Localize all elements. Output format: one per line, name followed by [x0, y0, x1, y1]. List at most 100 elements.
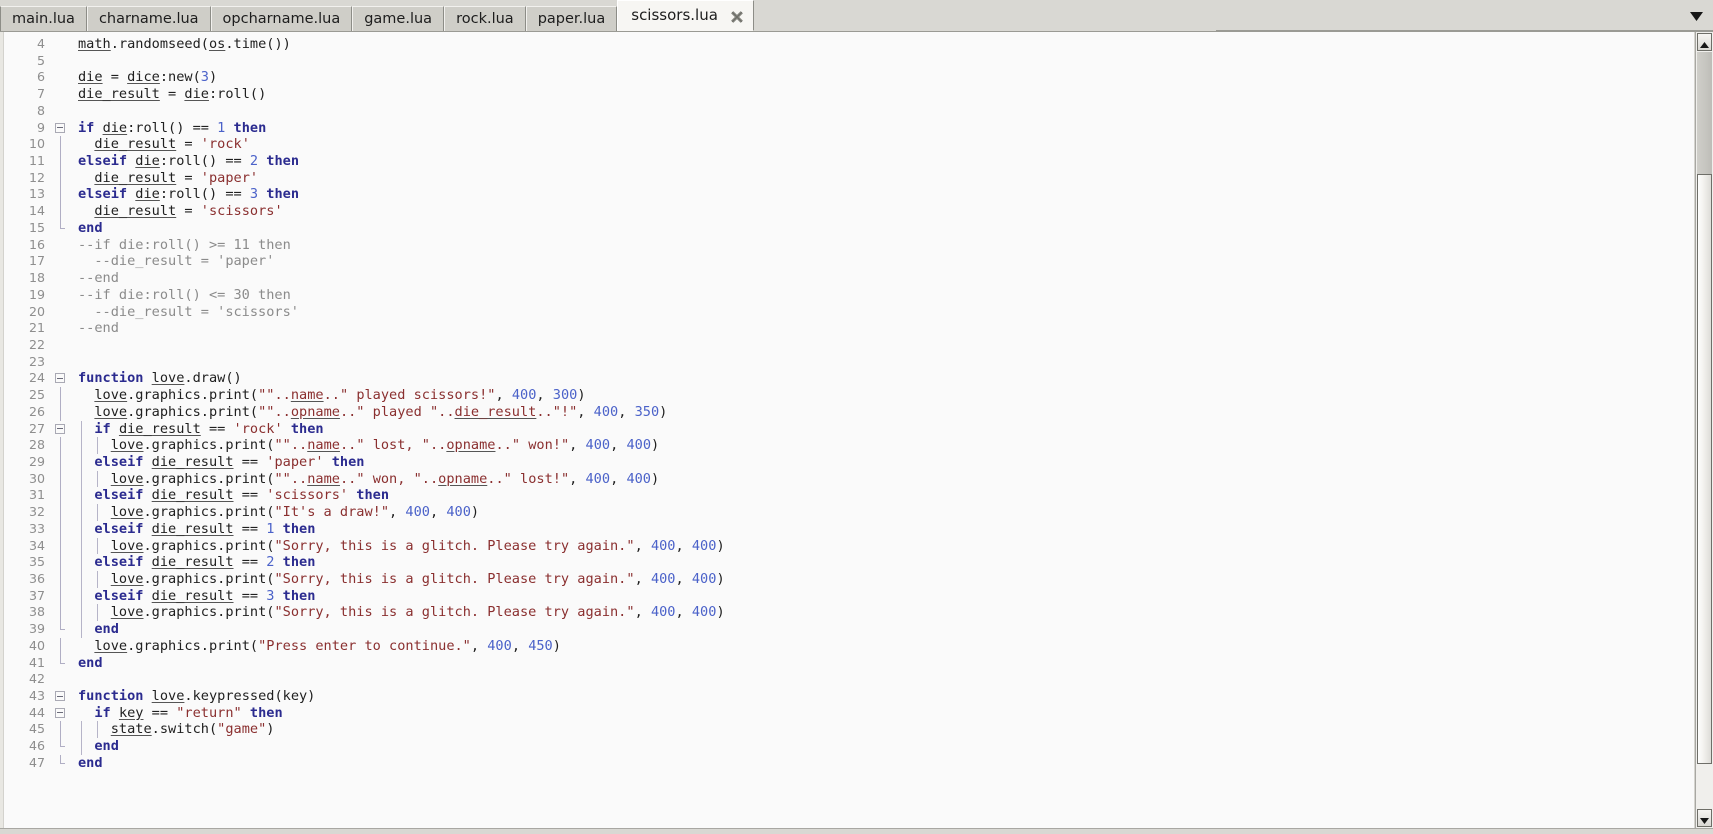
code-line[interactable]: 42: [4, 671, 1694, 688]
code-lines-container[interactable]: 4 math.randomseed(os.time()) 5 6 die = dice:…: [4, 32, 1694, 828]
code-line[interactable]: 16 --if die:roll() >= 11 then: [4, 237, 1694, 254]
code-line[interactable]: 11 elseif die:roll() == 2 then: [4, 153, 1694, 170]
code-line[interactable]: 22: [4, 337, 1694, 354]
code-line[interactable]: 29 elseif die_result == 'paper' then: [4, 453, 1694, 471]
code-line-text[interactable]: end: [72, 755, 1694, 772]
code-line-text[interactable]: die_result = 'rock': [72, 136, 1694, 153]
fold-margin-cell[interactable]: [52, 421, 72, 438]
code-line-text[interactable]: elseif die:roll() == 2 then: [72, 153, 1694, 170]
code-line-text[interactable]: love.graphics.print("Sorry, this is a gl…: [72, 604, 1694, 622]
code-line-text[interactable]: if die_result == 'rock' then: [72, 420, 1694, 438]
code-line-text[interactable]: math.randomseed(os.time()): [72, 36, 1694, 53]
code-line[interactable]: 26 love.graphics.print(""..opname.." pla…: [4, 403, 1694, 421]
code-line-text[interactable]: love.graphics.print("Press enter to cont…: [72, 638, 1694, 655]
code-line[interactable]: 28 love.graphics.print(""..name.." lost,…: [4, 437, 1694, 454]
code-line-text[interactable]: love.graphics.print("It's a draw!", 400,…: [72, 504, 1694, 521]
scrollbar-track-above[interactable]: [1697, 52, 1712, 174]
code-line-text[interactable]: --end: [72, 320, 1694, 337]
code-line-text[interactable]: love.graphics.print(""..opname.." played…: [72, 404, 1694, 421]
code-line[interactable]: 12 die_result = 'paper': [4, 169, 1694, 187]
code-line-text[interactable]: --end: [72, 270, 1694, 287]
code-line-text[interactable]: [72, 354, 1694, 371]
code-line[interactable]: 34 love.graphics.print("Sorry, this is a…: [4, 537, 1694, 555]
code-line[interactable]: 9 if die:roll() == 1 then: [4, 120, 1694, 137]
code-line-text[interactable]: love.graphics.print("Sorry, this is a gl…: [72, 571, 1694, 588]
code-line[interactable]: 15 end: [4, 219, 1694, 237]
scroll-down-button[interactable]: [1697, 809, 1712, 827]
tab-main-lua[interactable]: main.lua: [0, 6, 87, 31]
code-line-text[interactable]: elseif die_result == 'paper' then: [72, 453, 1694, 471]
code-line-text[interactable]: [72, 53, 1694, 70]
fold-margin-cell[interactable]: [52, 120, 72, 137]
fold-margin-cell[interactable]: [52, 370, 72, 387]
editor-viewport[interactable]: 4 math.randomseed(os.time()) 5 6 die = dice:…: [0, 32, 1695, 828]
code-line[interactable]: 7 die_result = die:roll(): [4, 86, 1694, 103]
code-line[interactable]: 47 end: [4, 754, 1694, 772]
code-line[interactable]: 6 die = dice:new(3): [4, 69, 1694, 86]
code-line[interactable]: 35 elseif die_result == 2 then: [4, 554, 1694, 571]
code-line[interactable]: 25 love.graphics.print(""..name.." playe…: [4, 387, 1694, 404]
code-line-text[interactable]: [72, 337, 1694, 354]
code-line[interactable]: 31 elseif die_result == 'scissors' then: [4, 487, 1694, 505]
scroll-up-button[interactable]: [1697, 33, 1712, 51]
code-line[interactable]: 38 love.graphics.print("Sorry, this is a…: [4, 604, 1694, 622]
code-line-text[interactable]: love.graphics.print(""..name.." played s…: [72, 387, 1694, 404]
code-line[interactable]: 33 elseif die_result == 1 then: [4, 520, 1694, 538]
code-line-text[interactable]: die_result = 'paper': [72, 170, 1694, 187]
code-line[interactable]: 18 --end: [4, 270, 1694, 287]
code-line-text[interactable]: end: [72, 738, 1694, 755]
close-x-icon[interactable]: [730, 10, 744, 24]
code-line[interactable]: 13 elseif die:roll() == 3 then: [4, 186, 1694, 204]
code-line[interactable]: 37 elseif die_result == 3 then: [4, 587, 1694, 605]
code-line-text[interactable]: [72, 103, 1694, 120]
fold-collapse-icon[interactable]: [55, 707, 65, 718]
code-line[interactable]: 43 function love.keypressed(key): [4, 688, 1694, 705]
code-line-text[interactable]: die_result = die:roll(): [72, 86, 1694, 103]
code-line[interactable]: 44 if key == "return" then: [4, 705, 1694, 722]
code-line-text[interactable]: if key == "return" then: [72, 705, 1694, 722]
code-line-text[interactable]: [72, 671, 1694, 688]
tab-scissors-lua[interactable]: scissors.lua: [617, 0, 754, 31]
code-line-text[interactable]: love.graphics.print(""..name.." won, "..…: [72, 470, 1694, 488]
code-line[interactable]: 20 --die_result = 'scissors': [4, 304, 1694, 321]
code-line-text[interactable]: if die:roll() == 1 then: [72, 120, 1694, 137]
code-line[interactable]: 45 state.switch("game"): [4, 721, 1694, 739]
fold-collapse-icon[interactable]: [55, 691, 65, 702]
tab-rock-lua[interactable]: rock.lua: [444, 6, 526, 31]
code-line-text[interactable]: elseif die_result == 1 then: [72, 520, 1694, 538]
code-line[interactable]: 19 --if die:roll() <= 30 then: [4, 287, 1694, 304]
code-line-text[interactable]: elseif die:roll() == 3 then: [72, 186, 1694, 203]
tab-paper-lua[interactable]: paper.lua: [525, 6, 618, 31]
code-line[interactable]: 27 if die_result == 'rock' then: [4, 420, 1694, 438]
code-line-text[interactable]: love.graphics.print(""..name.." lost, ".…: [72, 437, 1694, 454]
code-line-text[interactable]: --if die:roll() >= 11 then: [72, 237, 1694, 254]
code-line-text[interactable]: elseif die_result == 3 then: [72, 587, 1694, 605]
code-line[interactable]: 30 love.graphics.print(""..name.." won, …: [4, 470, 1694, 488]
code-line[interactable]: 41 end: [4, 654, 1694, 672]
code-line[interactable]: 23: [4, 354, 1694, 371]
code-line-text[interactable]: state.switch("game"): [72, 721, 1694, 739]
code-line[interactable]: 8: [4, 103, 1694, 120]
scrollbar-thumb[interactable]: [1697, 174, 1712, 764]
code-line[interactable]: 46 end: [4, 738, 1694, 755]
code-line-text[interactable]: die_result = 'scissors': [72, 203, 1694, 220]
code-line-text[interactable]: elseif die_result == 'scissors' then: [72, 487, 1694, 505]
code-line-text[interactable]: end: [72, 220, 1694, 237]
code-line[interactable]: 17 --die_result = 'paper': [4, 253, 1694, 270]
fold-collapse-icon[interactable]: [55, 423, 65, 434]
vertical-scrollbar[interactable]: [1695, 32, 1713, 828]
fold-margin-cell[interactable]: [52, 705, 72, 722]
code-line[interactable]: 4 math.randomseed(os.time()): [4, 36, 1694, 53]
code-line-text[interactable]: end: [72, 621, 1694, 638]
tab-game-lua[interactable]: game.lua: [352, 6, 445, 31]
code-line-text[interactable]: love.graphics.print("Sorry, this is a gl…: [72, 537, 1694, 555]
code-line[interactable]: 32 love.graphics.print("It's a draw!", 4…: [4, 504, 1694, 521]
code-line[interactable]: 39 end: [4, 621, 1694, 638]
code-line-text[interactable]: elseif die_result == 2 then: [72, 554, 1694, 571]
code-line-text[interactable]: function love.keypressed(key): [72, 688, 1694, 705]
code-line[interactable]: 36 love.graphics.print("Sorry, this is a…: [4, 571, 1694, 588]
code-line[interactable]: 24 function love.draw(): [4, 370, 1694, 387]
code-line-text[interactable]: --die_result = 'paper': [72, 253, 1694, 270]
tab-list-button[interactable]: [1679, 0, 1713, 31]
code-line-text[interactable]: die = dice:new(3): [72, 69, 1694, 86]
